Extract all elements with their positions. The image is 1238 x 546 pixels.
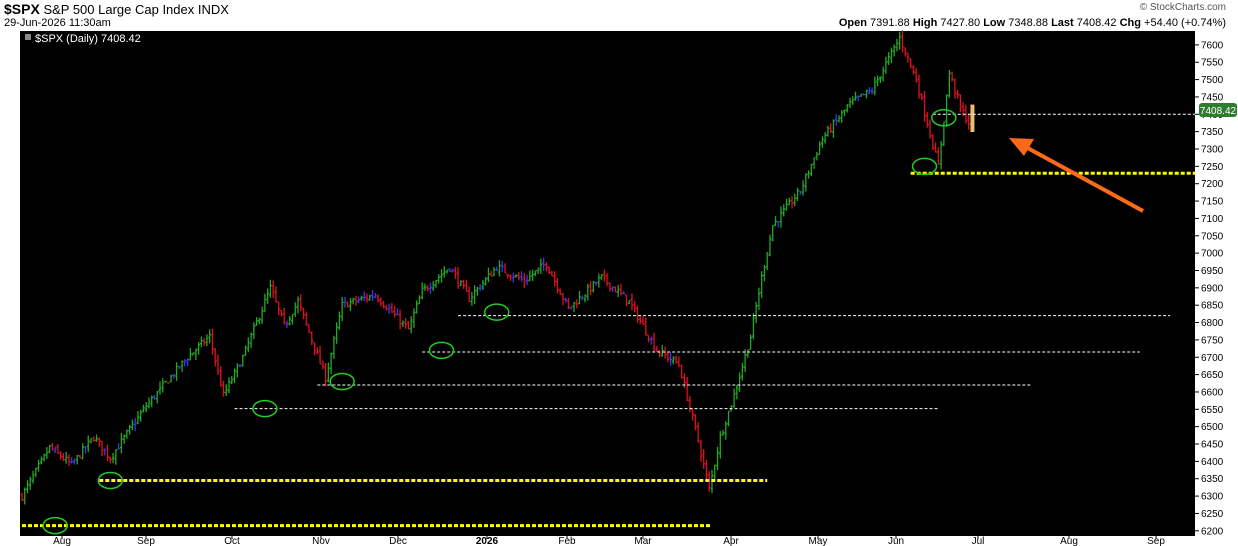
y-tick-label: 7150 [1201, 197, 1224, 208]
y-tick-label: 6800 [1201, 318, 1224, 329]
x-tick-label: Aug [1060, 536, 1078, 546]
x-tick-label: May [809, 536, 828, 546]
y-tick-label: 6400 [1201, 457, 1224, 468]
y-tick-label: 7300 [1201, 145, 1224, 156]
x-axis: Aug Sep Oct Nov Dec 2026 Feb Mar Apr May Jun Jul Aug… [53, 536, 1165, 546]
y-tick-label: 6500 [1201, 422, 1224, 433]
y-tick-label: 6450 [1201, 440, 1224, 451]
x-tick-label: Apr [723, 536, 739, 546]
y-tick-label: 6900 [1201, 283, 1224, 294]
y-tick-label: 7450 [1201, 92, 1224, 103]
price-chart[interactable]: 6200 6250 6300 6350 6400 6450 6500 6550 6600 6650… [0, 0, 1238, 546]
y-tick-label: 6600 [1201, 387, 1224, 398]
x-tick-label: Mar [634, 536, 652, 546]
y-tick-label: 7050 [1201, 231, 1224, 242]
y-tick-label: 7000 [1201, 249, 1224, 260]
x-tick-label: Sep [1147, 536, 1165, 546]
y-tick-label: 6300 [1201, 492, 1224, 503]
legend-swatch [25, 34, 31, 40]
y-tick-label: 6850 [1201, 301, 1224, 312]
y-tick-label: 7250 [1201, 162, 1224, 173]
y-tick-label: 7550 [1201, 58, 1224, 69]
x-tick-label: Aug [53, 536, 71, 546]
price-tag-text: 7408.42 [1200, 106, 1237, 117]
x-tick-label: Dec [389, 536, 407, 546]
y-tick-label: 6700 [1201, 353, 1224, 364]
y-tick-label: 6250 [1201, 509, 1224, 520]
y-tick-label: 6750 [1201, 335, 1224, 346]
x-tick-label: Sep [137, 536, 155, 546]
legend: $SPX (Daily) 7408.42 [25, 33, 141, 45]
y-tick-label: 7200 [1201, 179, 1224, 190]
x-tick-label: 2026 [476, 536, 499, 546]
x-tick-label: Nov [312, 536, 330, 546]
x-tick-label: Jun [888, 536, 904, 546]
last-price-tag: 7408.42 [1199, 103, 1237, 117]
x-tick-label: Jul [972, 536, 985, 546]
current-bar-highlight [970, 104, 975, 132]
x-tick-label: Feb [558, 536, 576, 546]
y-tick-label: 7100 [1201, 214, 1224, 225]
y-tick-label: 7600 [1201, 40, 1224, 51]
y-tick-label: 6950 [1201, 266, 1224, 277]
y-tick-label: 6650 [1201, 370, 1224, 381]
y-tick-label: 6200 [1201, 526, 1224, 537]
y-tick-label: 7500 [1201, 75, 1224, 86]
x-tick-label: Oct [224, 536, 240, 546]
y-tick-label: 6550 [1201, 405, 1224, 416]
y-tick-label: 7350 [1201, 127, 1224, 138]
legend-text: $SPX (Daily) 7408.42 [35, 33, 141, 45]
y-tick-label: 6350 [1201, 474, 1224, 485]
